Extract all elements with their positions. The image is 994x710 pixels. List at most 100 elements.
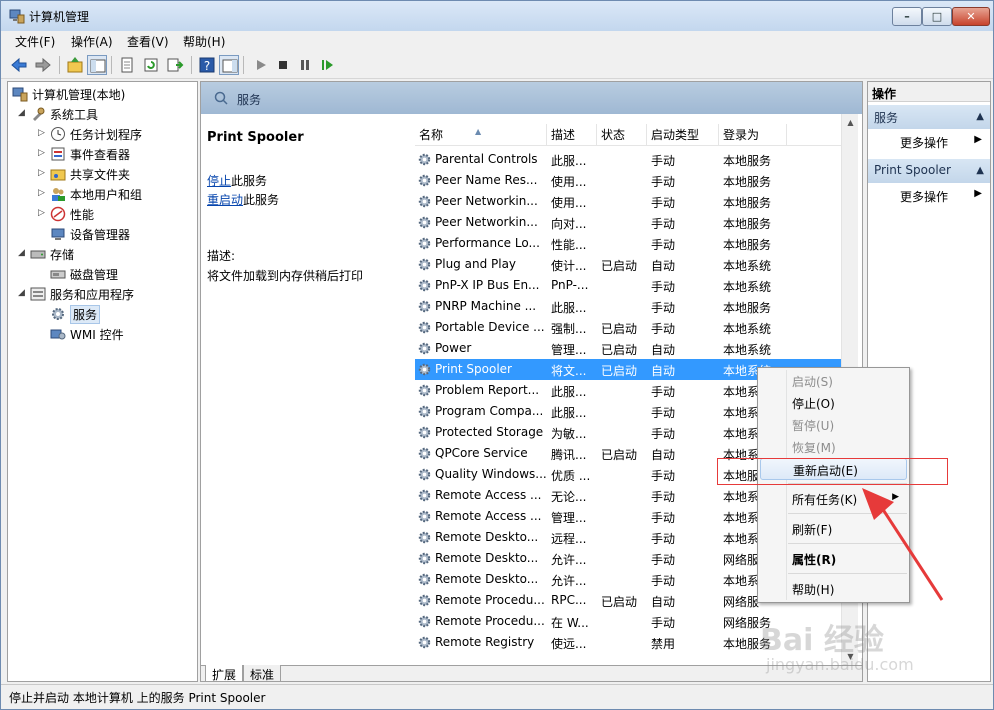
ctx-pause[interactable]: 暂停(U) [760, 414, 907, 436]
column-startup-type[interactable]: 启动类型 [647, 124, 719, 146]
collapse-triangle-icon[interactable]: ▲ [976, 165, 984, 176]
expand-icon[interactable]: ▷ [38, 208, 48, 218]
collapse-icon[interactable]: ◢ [18, 248, 28, 258]
maximize-button[interactable]: □ [922, 7, 952, 26]
toolbar: ? [1, 51, 993, 79]
expand-icon[interactable]: ▷ [38, 128, 48, 138]
menu-help[interactable]: 帮助(H) [183, 33, 225, 50]
service-log-on-as: 本地系统 [723, 259, 772, 273]
chevron-right-icon: ▶ [974, 188, 982, 199]
column-description[interactable]: 描述 [547, 124, 597, 146]
ctx-start[interactable]: 启动(S) [760, 370, 907, 392]
expand-icon[interactable]: ▷ [38, 168, 48, 178]
ctx-resume[interactable]: 恢复(M) [760, 436, 907, 458]
collapse-icon[interactable]: ◢ [18, 108, 28, 118]
menu-action[interactable]: 操作(A) [71, 33, 113, 50]
back-button[interactable] [9, 55, 29, 75]
table-row[interactable]: Performance Lo... 性能... 手动 本地服务 [415, 233, 845, 254]
service-name: Performance Lo... [435, 236, 540, 250]
service-startup-type: 自动 [651, 259, 676, 273]
close-icon: ✕ [966, 10, 976, 23]
scroll-up-icon[interactable]: ▲ [842, 114, 859, 131]
minimize-button[interactable]: – [892, 7, 922, 26]
table-row[interactable]: Portable Device ... 强制... 已启动 手动 本地系统 [415, 317, 845, 338]
section-label: 服务 [874, 111, 899, 125]
gear-icon [418, 426, 431, 439]
tree-label: 服务和应用程序 [50, 288, 135, 302]
service-startup-type: 手动 [651, 175, 676, 189]
collapse-triangle-icon[interactable]: ▲ [976, 111, 984, 122]
tree-label: 磁盘管理 [70, 268, 119, 282]
restart-service-link[interactable]: 重启动 [207, 193, 243, 207]
tree-node-disk-management[interactable]: 磁盘管理 [38, 264, 195, 284]
refresh-button[interactable] [141, 55, 161, 75]
gear-icon [418, 447, 431, 460]
service-status: 已启动 [601, 322, 638, 336]
tab-standard[interactable]: 标准 [243, 665, 282, 681]
table-row[interactable]: PnP-X IP Bus En... PnP-... 手动 本地系统 [415, 275, 845, 296]
actions-section-services[interactable]: 服务 ▲ [868, 105, 990, 129]
table-row[interactable]: Plug and Play 使计... 已启动 自动 本地系统 [415, 254, 845, 275]
toolbar-separator [59, 56, 60, 74]
show-hide-tree-button[interactable] [87, 55, 107, 75]
service-name: Peer Name Res... [435, 173, 538, 187]
service-name: Print Spooler [435, 362, 512, 376]
up-folder-icon [67, 57, 83, 73]
gear-icon [418, 237, 431, 250]
play-icon [257, 60, 266, 70]
column-log-on-as[interactable]: 登录为 [719, 124, 787, 146]
tree-node-services[interactable]: 服务 [38, 304, 195, 324]
tree-node-device-manager[interactable]: 设备管理器 [38, 224, 195, 244]
menu-view[interactable]: 查看(V) [127, 33, 169, 50]
tree-label: 计算机管理(本地) [32, 88, 126, 102]
restart-service-button[interactable] [317, 55, 337, 75]
tree-node-wmi-control[interactable]: WMI 控件 [38, 324, 195, 344]
stop-service-button[interactable] [273, 55, 293, 75]
column-name[interactable]: 名称 ▲ [415, 124, 547, 146]
expand-icon[interactable]: ▷ [38, 148, 48, 158]
close-button[interactable]: ✕ [952, 7, 990, 26]
up-folder-button[interactable] [65, 55, 85, 75]
show-hide-action-pane-button[interactable] [219, 55, 239, 75]
start-service-button[interactable] [251, 55, 271, 75]
service-description: 使用... [551, 175, 587, 189]
tree-node-root[interactable]: 计算机管理(本地) [10, 84, 195, 104]
tree-node-task-scheduler[interactable]: ▷ 任务计划程序 [38, 124, 195, 144]
tree-node-storage[interactable]: ◢ 存储 [18, 244, 195, 264]
service-description: 在 W... [551, 616, 589, 630]
action-pane-icon [222, 59, 238, 73]
collapse-icon[interactable]: ◢ [18, 288, 28, 298]
stop-service-link[interactable]: 停止 [207, 174, 231, 188]
table-row[interactable]: Peer Networkin... 向对... 手动 本地服务 [415, 212, 845, 233]
table-row[interactable]: Parental Controls 此服... 手动 本地服务 [415, 149, 845, 170]
properties-button[interactable] [117, 55, 137, 75]
table-row[interactable]: Peer Name Res... 使用... 手动 本地服务 [415, 170, 845, 191]
tree-node-local-users[interactable]: ▷ 本地用户和组 [38, 184, 195, 204]
tree-node-services-apps[interactable]: ◢ 服务和应用程序 [18, 284, 195, 304]
more-actions-services[interactable]: 更多操作 ▶ [868, 131, 990, 151]
table-row[interactable]: Peer Networkin... 使用... 手动 本地服务 [415, 191, 845, 212]
tree-node-event-viewer[interactable]: ▷ 事件查看器 [38, 144, 195, 164]
ctx-stop[interactable]: 停止(O) [760, 392, 907, 414]
service-name: Quality Windows... [435, 467, 547, 481]
column-status[interactable]: 状态 [597, 124, 647, 146]
tab-extended[interactable]: 扩展 [205, 665, 244, 681]
table-row[interactable]: PNRP Machine ... 此服... 手动 本地服务 [415, 296, 845, 317]
help-button[interactable]: ? [197, 55, 217, 75]
service-name: Power [435, 341, 472, 355]
more-actions-print-spooler[interactable]: 更多操作 ▶ [868, 185, 990, 205]
forward-button[interactable] [33, 55, 53, 75]
export-list-button[interactable] [165, 55, 185, 75]
tree-node-system-tools[interactable]: ◢ 系统工具 [18, 104, 195, 124]
tree-node-performance[interactable]: ▷ 性能 [38, 204, 195, 224]
service-startup-type: 手动 [651, 301, 676, 315]
menu-file[interactable]: 文件(F) [15, 33, 55, 50]
actions-section-print-spooler[interactable]: Print Spooler ▲ [868, 159, 990, 183]
tree-node-shared-folders[interactable]: ▷ 共享文件夹 [38, 164, 195, 184]
gear-icon [418, 258, 431, 271]
expand-icon[interactable]: ▷ [38, 188, 48, 198]
table-row[interactable]: Power 管理... 已启动 自动 本地系统 [415, 338, 845, 359]
gear-icon [418, 153, 431, 166]
pause-service-button[interactable] [295, 55, 315, 75]
computer-management-window: 计算机管理 – □ ✕ 文件(F) 操作(A) 查看(V) 帮助(H) ? 计算… [0, 0, 994, 710]
